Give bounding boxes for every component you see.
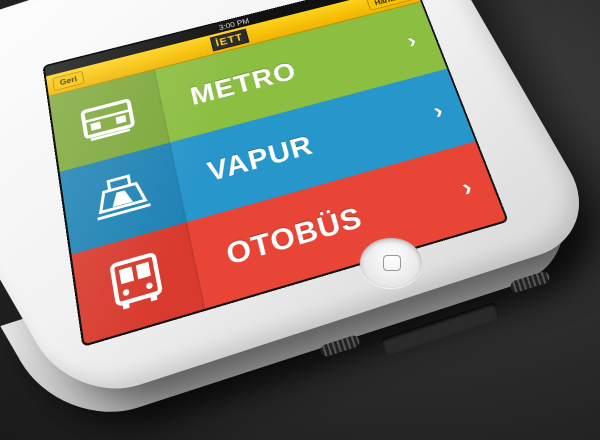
home-button[interactable]	[360, 238, 422, 288]
screen-wrap: 3:00 PM Geri İETT Haritalar METRO ›	[20, 0, 490, 290]
chevron-right-icon: ›	[403, 27, 420, 53]
vapur-label: VAPUR	[205, 130, 317, 188]
chevron-right-icon: ›	[429, 96, 448, 124]
otobus-label: OTOBÜS	[223, 201, 366, 272]
chevron-right-icon: ›	[457, 172, 477, 203]
metro-label: METRO	[188, 57, 300, 112]
